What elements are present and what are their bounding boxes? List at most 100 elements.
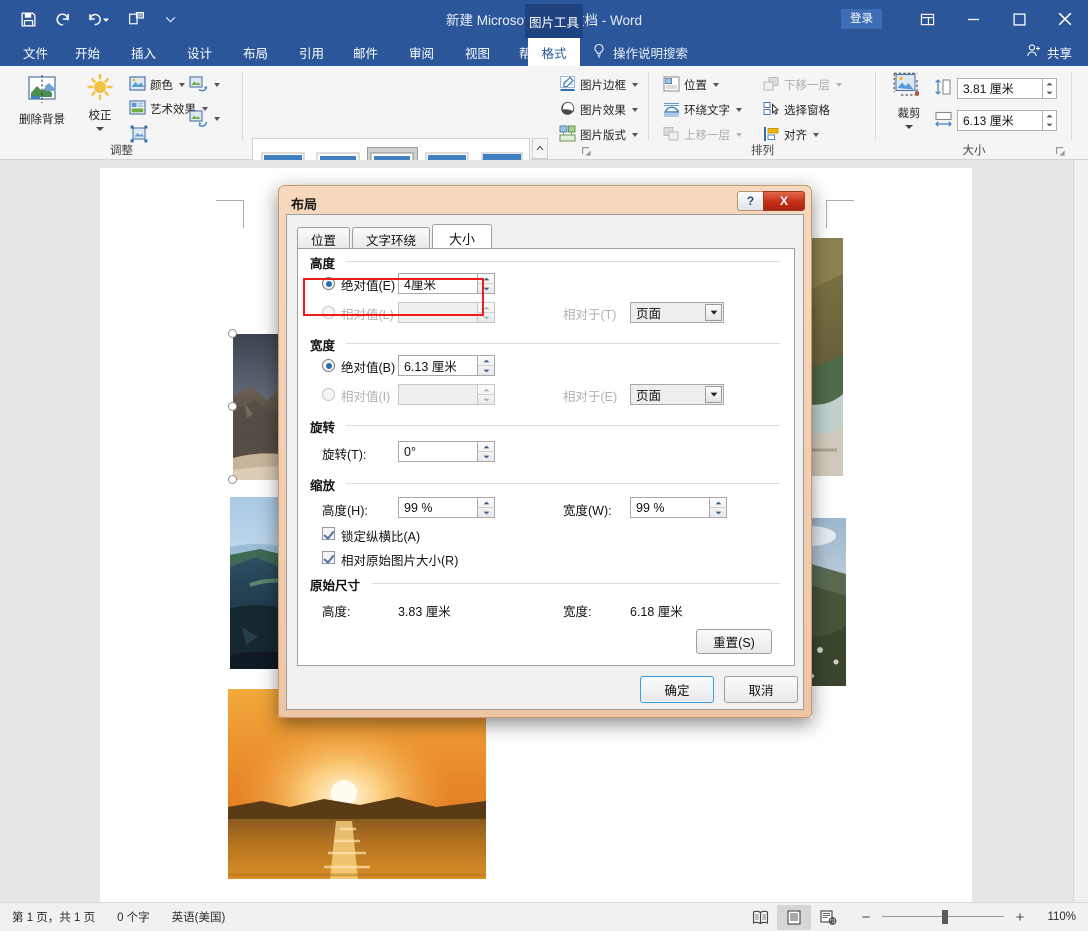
cancel-button[interactable]: 取消	[724, 676, 798, 703]
scale-width-input[interactable]: 99 %	[630, 497, 710, 518]
shape-height-spinner[interactable]	[1043, 78, 1057, 99]
shape-height-value[interactable]: 3.81 厘米	[957, 78, 1043, 99]
print-layout-view-icon[interactable]	[777, 905, 811, 930]
zoom-in-button[interactable]: +	[1013, 910, 1027, 925]
height-absolute-spinner[interactable]	[478, 273, 495, 294]
shape-width-spin-down-icon[interactable]	[1043, 121, 1056, 131]
zoom-slider-thumb[interactable]	[942, 910, 948, 924]
document-vertical-scrollbar[interactable]	[1073, 160, 1088, 902]
reset-picture-chevron-down-icon[interactable]	[214, 117, 220, 121]
height-relative-spin-down-icon[interactable]	[478, 313, 494, 322]
reset-picture-button[interactable]	[186, 108, 223, 130]
close-icon[interactable]	[1042, 0, 1088, 38]
zoom-level-label[interactable]: 110%	[1036, 911, 1076, 923]
crop-chevron-down-icon[interactable]	[905, 125, 913, 129]
scale-height-spin-down-icon[interactable]	[478, 508, 494, 517]
height-absolute-input[interactable]: 4厘米	[398, 273, 478, 294]
height-relative-spinner[interactable]	[478, 302, 495, 323]
scale-height-spinner[interactable]	[478, 497, 495, 518]
align-button[interactable]: 对齐	[760, 124, 822, 146]
scale-width-spinner[interactable]	[710, 497, 727, 518]
shape-width-field[interactable]: 6.13 厘米	[934, 110, 1057, 131]
zoom-slider[interactable]	[882, 910, 1004, 924]
picture-layout-button[interactable]: 图片版式	[556, 124, 641, 146]
redo-icon[interactable]	[52, 9, 72, 29]
wrap-text-chevron-down-icon[interactable]	[736, 108, 742, 112]
dialog-help-icon[interactable]: ?	[737, 191, 763, 211]
width-relative-to-chevron-down-icon[interactable]	[705, 386, 722, 403]
ribbon-display-options-icon[interactable]	[904, 0, 950, 38]
tab-home[interactable]: 开始	[64, 38, 111, 66]
selection-handle-middle-left[interactable]	[228, 402, 237, 411]
relative-original-size-checkbox[interactable]	[322, 551, 335, 564]
position-button[interactable]: 位置	[660, 74, 722, 96]
tab-review[interactable]: 审阅	[398, 38, 445, 66]
scale-width-spin-up-icon[interactable]	[710, 498, 726, 508]
color-button[interactable]: 颜色	[126, 74, 188, 96]
width-absolute-spinner[interactable]	[478, 355, 495, 376]
save-icon[interactable]	[18, 9, 38, 29]
minimize-icon[interactable]	[950, 0, 996, 38]
width-relative-spin-down-icon[interactable]	[478, 395, 494, 404]
width-absolute-input[interactable]: 6.13 厘米	[398, 355, 478, 376]
change-picture-chevron-down-icon[interactable]	[214, 83, 220, 87]
tab-format[interactable]: 格式	[528, 38, 580, 66]
tab-file[interactable]: 文件	[12, 38, 59, 66]
rotate-spin-up-icon[interactable]	[478, 442, 494, 452]
tab-insert[interactable]: 插入	[120, 38, 167, 66]
height-relative-to-chevron-down-icon[interactable]	[705, 304, 722, 321]
shape-height-spin-down-icon[interactable]	[1043, 89, 1056, 99]
dialog-tab-size[interactable]: 大小	[432, 224, 492, 251]
scale-height-input[interactable]: 99 %	[398, 497, 478, 518]
dialog-close-icon[interactable]: X	[763, 191, 805, 211]
gallery-scroll-up-icon[interactable]	[532, 138, 548, 159]
height-absolute-radio[interactable]	[322, 277, 335, 290]
scale-height-spin-up-icon[interactable]	[478, 498, 494, 508]
tab-design[interactable]: 设计	[176, 38, 223, 66]
read-mode-view-icon[interactable]	[743, 905, 777, 930]
selection-pane-button[interactable]: 选择窗格	[760, 99, 833, 121]
width-absolute-radio[interactable]	[322, 359, 335, 372]
rotate-spinner[interactable]	[478, 441, 495, 462]
share-button[interactable]: 共享	[1026, 38, 1072, 66]
width-relative-radio[interactable]	[322, 388, 335, 401]
tab-layout[interactable]: 布局	[232, 38, 279, 66]
change-picture-button[interactable]	[186, 74, 223, 96]
word-count[interactable]: 0 个字	[117, 909, 150, 925]
language-indicator[interactable]: 英语(美国)	[172, 909, 226, 925]
picture-styles-dialog-launcher[interactable]	[581, 146, 592, 157]
page-info[interactable]: 第 1 页，共 1 页	[12, 909, 95, 925]
wrap-text-button[interactable]: 环绕文字	[660, 99, 745, 121]
picture-effects-chevron-down-icon[interactable]	[632, 108, 638, 112]
width-relative-spinner[interactable]	[478, 384, 495, 405]
width-relative-to-combo[interactable]: 页面	[630, 384, 724, 405]
size-dialog-launcher[interactable]	[1055, 146, 1066, 157]
position-chevron-down-icon[interactable]	[713, 83, 719, 87]
sign-in-button[interactable]: 登录	[841, 9, 882, 29]
customize-qat-icon[interactable]	[160, 9, 180, 29]
maximize-icon[interactable]	[996, 0, 1042, 38]
picture-border-button[interactable]: 图片边框	[556, 74, 641, 96]
height-absolute-spin-up-icon[interactable]	[478, 274, 494, 284]
shape-width-spinner[interactable]	[1043, 110, 1057, 131]
width-absolute-spin-up-icon[interactable]	[478, 356, 494, 366]
align-chevron-down-icon[interactable]	[813, 133, 819, 137]
width-relative-input[interactable]	[398, 384, 478, 405]
tab-mailings[interactable]: 邮件	[342, 38, 389, 66]
shape-width-value[interactable]: 6.13 厘米	[957, 110, 1043, 131]
width-absolute-spin-down-icon[interactable]	[478, 366, 494, 375]
touch-mouse-mode-icon[interactable]	[126, 9, 146, 29]
scale-width-spin-down-icon[interactable]	[710, 508, 726, 517]
zoom-out-button[interactable]: −	[859, 910, 873, 925]
picture-effects-button[interactable]: 图片效果	[556, 99, 641, 121]
crop-button[interactable]: 裁剪	[888, 72, 930, 129]
shape-height-field[interactable]: 3.81 厘米	[934, 78, 1057, 99]
color-chevron-down-icon[interactable]	[179, 83, 185, 87]
ok-button[interactable]: 确定	[640, 676, 714, 703]
shape-width-spin-up-icon[interactable]	[1043, 111, 1056, 121]
selection-handle-bottom-left[interactable]	[228, 475, 237, 484]
picture-border-chevron-down-icon[interactable]	[632, 83, 638, 87]
undo-icon[interactable]	[86, 9, 112, 29]
corrections-button[interactable]: 校正	[76, 72, 124, 131]
height-relative-radio[interactable]	[322, 306, 335, 319]
